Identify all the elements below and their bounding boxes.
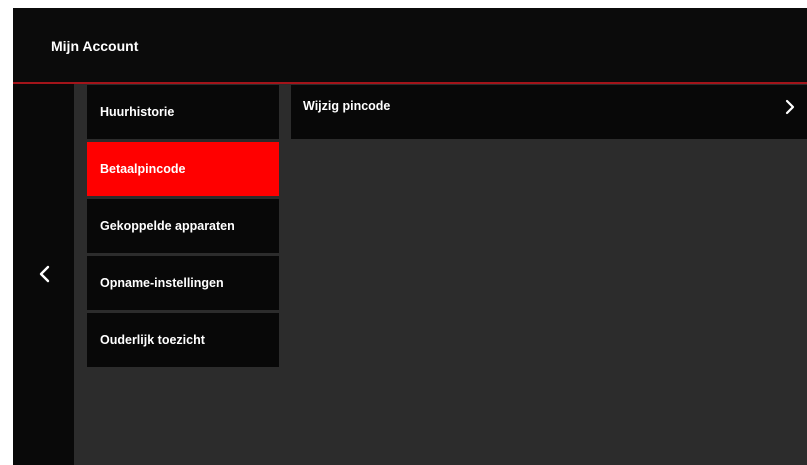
menu-item-betaalpincode[interactable]: Betaalpincode [87,142,279,196]
account-menu: Huurhistorie Betaalpincode Gekoppelde ap… [87,85,279,370]
option-label: Wijzig pincode [303,99,391,113]
menu-item-label: Huurhistorie [100,105,175,119]
back-button[interactable] [13,262,74,286]
change-pin-option[interactable]: Wijzig pincode [291,85,807,139]
menu-item-huurhistorie[interactable]: Huurhistorie [87,85,279,139]
menu-item-label: Opname-instellingen [100,276,224,290]
menu-item-gekoppelde-apparaten[interactable]: Gekoppelde apparaten [87,199,279,253]
page-title: Mijn Account [51,38,139,54]
menu-item-label: Gekoppelde apparaten [100,219,235,233]
account-screen: Mijn Account Huurhistorie Betaalpincode … [13,8,807,465]
chevron-left-icon [39,265,49,283]
menu-item-label: Betaalpincode [100,162,186,176]
chevron-right-icon [785,99,795,125]
header-bar: Mijn Account [13,8,807,84]
menu-item-ouderlijk-toezicht[interactable]: Ouderlijk toezicht [87,313,279,367]
menu-item-opname-instellingen[interactable]: Opname-instellingen [87,256,279,310]
menu-item-label: Ouderlijk toezicht [100,333,205,347]
back-column[interactable] [13,84,74,465]
